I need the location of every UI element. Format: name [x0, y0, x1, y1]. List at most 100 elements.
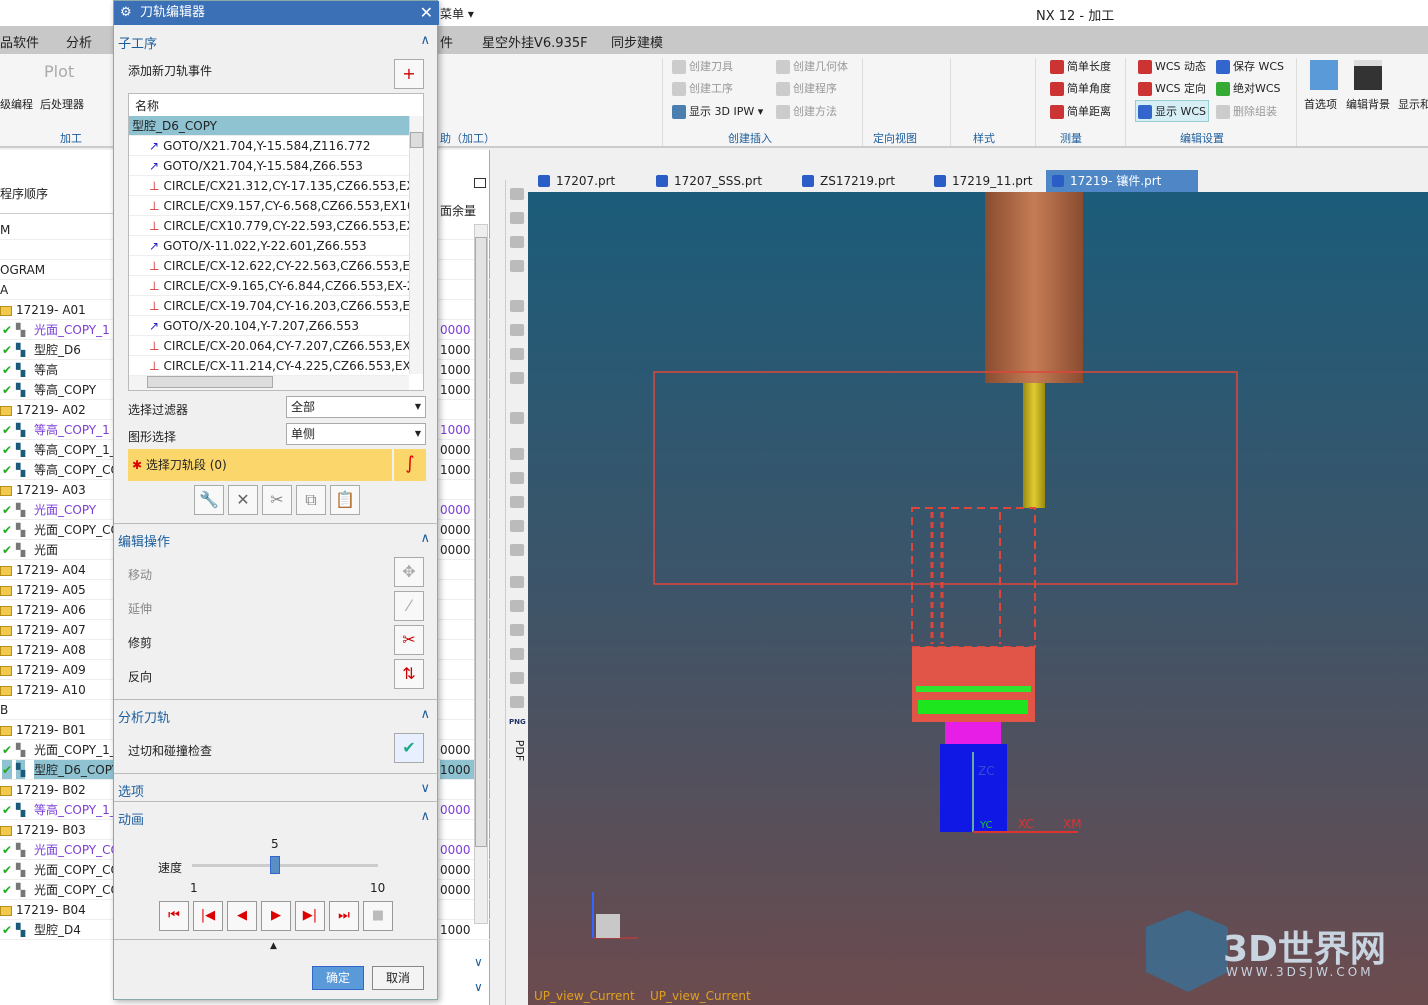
move-button[interactable]: ✥ [394, 557, 424, 587]
list-h-scrollbar[interactable] [129, 376, 409, 390]
toolbar-tool-icon[interactable] [510, 544, 524, 556]
pdf-export-button[interactable]: PDF [513, 740, 526, 761]
plot-button[interactable]: Plot [44, 62, 74, 81]
png-export-button[interactable]: PNG [509, 718, 526, 726]
ribbon-button[interactable]: 后处理器 [40, 96, 84, 112]
copy-icon[interactable]: ⧉ [296, 485, 326, 515]
show-wcs-button[interactable]: 显示 WCS [1135, 100, 1210, 122]
toolbar-tool-icon[interactable] [510, 600, 524, 612]
event-row[interactable]: ⊥ CIRCLE/CX-20.064,CY-7.207,CZ66.553,EX- [129, 336, 409, 356]
show-button[interactable]: 显示和 [1398, 96, 1428, 112]
delete-assembly-button[interactable]: 删除组装 [1216, 103, 1277, 119]
toolbar-tool-icon[interactable] [510, 672, 524, 684]
step-forward-button[interactable]: ▶| [295, 901, 325, 931]
chevron-down-icon[interactable]: ∨ [474, 955, 483, 969]
speed-slider-thumb[interactable] [270, 856, 280, 874]
toolbar-tool-icon[interactable] [510, 212, 524, 224]
close-icon[interactable]: ✕ [420, 1, 433, 25]
rewind-to-start-button[interactable]: ⏮ [159, 901, 189, 931]
delete-icon[interactable]: ✕ [228, 485, 258, 515]
tab-file[interactable]: ZS17219.prt [796, 170, 895, 192]
toolbar-tool-icon[interactable] [510, 348, 524, 360]
section-analyze[interactable]: 分析刀轨 ∧ [118, 707, 434, 726]
menu-item[interactable]: 分析 [66, 32, 92, 51]
toolbar-tool-icon[interactable] [510, 372, 524, 384]
maximize-icon[interactable] [474, 178, 486, 188]
create-program-button[interactable]: 创建程序 [776, 80, 837, 96]
event-row[interactable]: ⊥ CIRCLE/CX-12.622,CY-22.563,CZ66.553,EX [129, 256, 409, 276]
preferences-button[interactable]: 首选项 [1304, 96, 1337, 112]
event-row[interactable]: ↗ GOTO/X21.704,Y-15.584,Z116.772 [129, 136, 409, 156]
menu-item[interactable]: 星空外挂V6.935F [482, 32, 588, 51]
filter-select[interactable]: 全部 [286, 396, 426, 418]
toolbar-tool-icon[interactable] [510, 648, 524, 660]
tab-file[interactable]: 17219_11.prt [928, 170, 1033, 192]
tab-file[interactable]: 17207.prt [532, 170, 615, 192]
section-options[interactable]: 选项 ∨ [118, 781, 434, 800]
stop-button[interactable]: ■ [363, 901, 393, 931]
collapse-icon[interactable]: ▲ [270, 941, 277, 951]
wcs-dynamic-button[interactable]: WCS 动态 [1138, 58, 1206, 74]
toolbar-tool-icon[interactable] [510, 324, 524, 336]
play-button[interactable]: ▶ [261, 901, 291, 931]
wrench-icon[interactable]: 🔧 [194, 485, 224, 515]
tab-file-active[interactable]: 17219- 镶件.prt [1046, 170, 1198, 192]
create-geometry-button[interactable]: 创建几何体 [776, 58, 848, 74]
event-row[interactable]: ⊥ CIRCLE/CX-11.214,CY-4.225,CZ66.553,EX- [129, 356, 409, 376]
tab-file[interactable]: 17207_SSS.prt [650, 170, 762, 192]
save-wcs-button[interactable]: 保存 WCS [1216, 58, 1284, 74]
play-reverse-button[interactable]: ◀ [227, 901, 257, 931]
show-3d-ipw-button[interactable]: 显示 3D IPW ▾ [672, 103, 763, 119]
simple-distance-button[interactable]: 简单距离 [1050, 103, 1111, 119]
event-row[interactable]: ⊥ CIRCLE/CX9.157,CY-6.568,CZ66.553,EX10. [129, 196, 409, 216]
toolbar-tool-icon[interactable] [510, 236, 524, 248]
section-edit[interactable]: 编辑操作 ∧ [118, 531, 434, 550]
section-subop[interactable]: 子工序 ∧ [118, 33, 434, 52]
cancel-button[interactable]: 取消 [372, 966, 424, 990]
edit-background-button[interactable]: 编辑背景 [1346, 96, 1390, 112]
create-operation-button[interactable]: 创建工序 [672, 80, 733, 96]
event-row[interactable]: ↗ GOTO/X-11.022,Y-22.601,Z66.553 [129, 236, 409, 256]
gouge-check-button[interactable]: ✔ [394, 733, 424, 763]
absolute-wcs-button[interactable]: 绝对WCS [1216, 80, 1281, 96]
paste-icon[interactable]: 📋 [330, 485, 360, 515]
toolbar-tool-icon[interactable] [510, 496, 524, 508]
shape-select[interactable]: 单侧 [286, 423, 426, 445]
event-row[interactable]: ⊥ CIRCLE/CX-9.165,CY-6.844,CZ66.553,EX-2 [129, 276, 409, 296]
select-segment-row[interactable]: ✱ 选择刀轨段 (0) [128, 449, 392, 481]
event-row[interactable]: ↗ GOTO/X21.704,Y-15.584,Z66.553 [129, 156, 409, 176]
toolbar-tool-icon[interactable] [510, 624, 524, 636]
event-row[interactable]: ⊥ CIRCLE/CX21.312,CY-17.135,CZ66.553,EX2 [129, 176, 409, 196]
event-row[interactable]: ⊥ CIRCLE/CX-19.704,CY-16.203,CZ66.553,EX [129, 296, 409, 316]
event-row[interactable]: ⊥ CIRCLE/CX10.779,CY-22.593,CZ66.553,EX9 [129, 216, 409, 236]
toolbar-tool-icon[interactable] [510, 576, 524, 588]
tree-scrollbar[interactable] [474, 224, 488, 924]
toolbar-tool-icon[interactable] [510, 188, 524, 200]
list-selected-op[interactable]: 型腔_D6_COPY [129, 116, 409, 136]
simple-length-button[interactable]: 简单长度 [1050, 58, 1111, 74]
wcs-orient-button[interactable]: WCS 定向 [1138, 80, 1206, 96]
simple-angle-button[interactable]: 简单角度 [1050, 80, 1111, 96]
quick-access-menu[interactable]: 菜单 ▾ [440, 5, 474, 22]
curve-select-icon[interactable]: ∫ [394, 449, 426, 481]
graphics-viewport[interactable]: ZC XC XM YC 3D世界网 WWW.3DSJW.COM UP_view_… [528, 192, 1428, 1005]
create-method-button[interactable]: 创建方法 [776, 103, 837, 119]
trim-button[interactable]: ✂ [394, 625, 424, 655]
toolbar-tool-icon[interactable] [510, 300, 524, 312]
section-animation[interactable]: 动画 ∧ [118, 809, 434, 828]
toolbar-tool-icon[interactable] [510, 412, 524, 424]
ok-button[interactable]: 确定 [312, 966, 364, 990]
extend-button[interactable]: ⁄ [394, 591, 424, 621]
reverse-button[interactable]: ⇅ [394, 659, 424, 689]
step-back-button[interactable]: |◀ [193, 901, 223, 931]
toolbar-tool-icon[interactable] [510, 448, 524, 460]
toolbar-tool-icon[interactable] [510, 472, 524, 484]
toolbar-tool-icon[interactable] [510, 520, 524, 532]
column-header[interactable]: 面余量 [440, 202, 476, 219]
speed-slider[interactable] [192, 864, 378, 867]
toolbar-tool-icon[interactable] [510, 696, 524, 708]
list-scrollbar[interactable] [409, 116, 423, 374]
list-header[interactable]: 名称 [129, 96, 409, 116]
chevron-down-icon[interactable]: ∨ [474, 980, 483, 994]
menu-item[interactable]: 品软件 [0, 32, 39, 51]
